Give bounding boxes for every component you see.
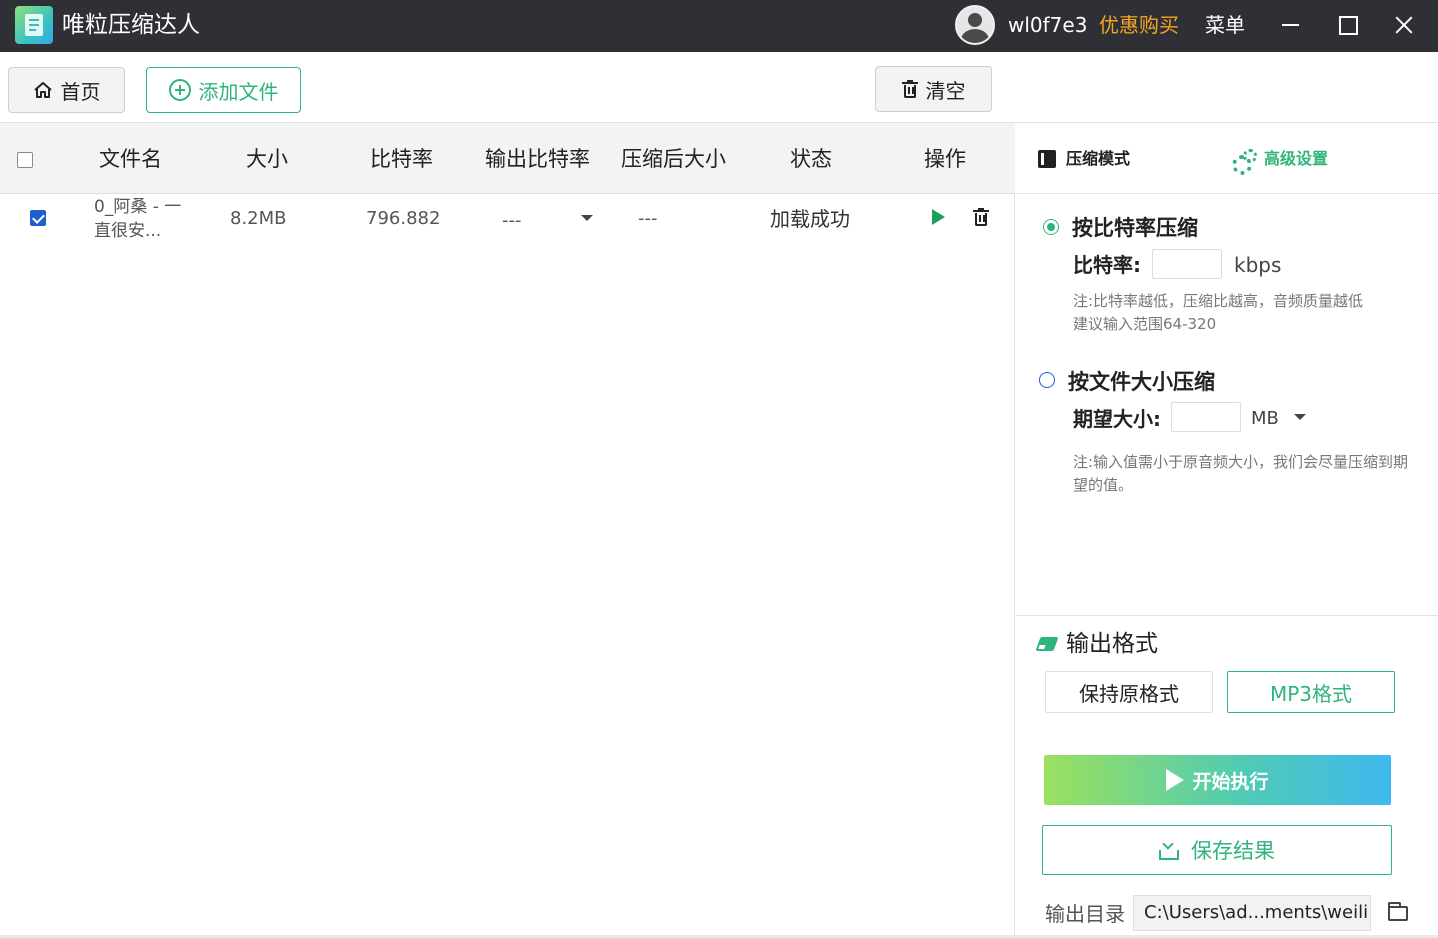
bitrate-field-label: 比特率: [1073, 253, 1141, 277]
column-header-bitrate: 比特率 [370, 147, 433, 171]
clear-button[interactable]: 清空 [875, 66, 992, 112]
output-dir-label: 输出目录 [1045, 902, 1125, 926]
trash-icon [901, 80, 918, 98]
bitrate-unit: kbps [1234, 253, 1282, 277]
download-icon [1159, 840, 1179, 860]
panel-tabs: 压缩模式 高级设置 [1016, 123, 1438, 194]
file-table: 文件名 大小 比特率 输出比特率 压缩后大小 状态 操作 0_阿桑 - 一 直很… [0, 123, 1015, 938]
output-format-title: 输出格式 [1035, 629, 1158, 659]
size-unit-dropdown-icon[interactable] [1294, 414, 1306, 420]
table-header: 文件名 大小 比特率 输出比特率 压缩后大小 状态 操作 [0, 123, 1015, 194]
row-compressed-size: --- [638, 208, 658, 229]
row-status: 加载成功 [770, 207, 850, 231]
maximize-icon[interactable] [1332, 10, 1362, 40]
size-note: 注:输入值需小于原音频大小，我们会尽量压缩到期望的值。 [1073, 453, 1409, 494]
bitrate-note-line1: 注:比特率越低，压缩比越高，音频质量越低 [1073, 292, 1364, 310]
tab-advanced-label: 高级设置 [1264, 149, 1329, 168]
save-result-label: 保存结果 [1191, 839, 1275, 863]
target-size-unit[interactable]: MB [1251, 405, 1279, 433]
user-avatar-icon[interactable] [955, 5, 995, 45]
toolbar: 首页 添加文件 清空 [0, 52, 1438, 123]
bitrate-input[interactable] [1152, 249, 1222, 279]
tab-compress-mode[interactable]: 压缩模式 [1038, 147, 1130, 171]
start-label: 开始执行 [1192, 770, 1269, 793]
minimize-icon[interactable] [1276, 10, 1306, 40]
row-bitrate: 796.882 [366, 208, 441, 229]
option-bitrate-title: 按比特率压缩 [1072, 216, 1198, 240]
row-output-bitrate[interactable]: --- [502, 209, 522, 233]
book-icon [1038, 150, 1056, 168]
row-delete-icon[interactable] [973, 208, 989, 226]
column-header-size: 大小 [246, 147, 288, 171]
clear-label: 清空 [925, 78, 966, 103]
home-button-label: 首页 [60, 79, 101, 104]
save-result-button[interactable]: 保存结果 [1042, 825, 1392, 875]
option-size-title: 按文件大小压缩 [1068, 370, 1215, 394]
promo-purchase-link[interactable]: 优惠购买 [1099, 11, 1179, 39]
row-size: 8.2MB [230, 208, 287, 229]
gear-icon [1232, 149, 1257, 175]
eraser-icon [1035, 637, 1059, 651]
app-logo-icon [15, 6, 53, 44]
column-header-filename: 文件名 [99, 147, 162, 171]
add-file-button[interactable]: 添加文件 [146, 67, 301, 113]
row-filename-line2: 直很安... [94, 221, 162, 241]
add-file-label: 添加文件 [198, 79, 279, 104]
output-format-label: 输出格式 [1066, 631, 1158, 657]
close-icon[interactable] [1389, 10, 1419, 40]
radio-compress-by-size[interactable] [1039, 372, 1055, 388]
title-bar: 唯粒压缩达人 wl0f7e3 优惠购买 菜单 [0, 0, 1438, 52]
radio-compress-by-bitrate[interactable] [1043, 219, 1059, 235]
mp3-format-button[interactable]: MP3格式 [1227, 671, 1395, 713]
column-header-compressed-size: 压缩后大小 [621, 147, 726, 171]
row-filename-line1: 0_阿桑 - 一 [94, 197, 182, 217]
tab-compress-mode-label: 压缩模式 [1066, 149, 1131, 168]
home-icon [33, 82, 52, 98]
target-size-field-label: 期望大小: [1073, 407, 1161, 431]
target-size-input[interactable] [1171, 402, 1241, 432]
tab-advanced-settings[interactable]: 高级设置 [1232, 147, 1329, 175]
row-checkbox[interactable] [30, 210, 46, 226]
play-icon [1166, 769, 1185, 791]
column-header-output-bitrate: 输出比特率 [485, 147, 590, 171]
output-bitrate-dropdown-icon[interactable] [581, 215, 593, 221]
select-all-checkbox[interactable] [17, 152, 33, 168]
start-button[interactable]: 开始执行 [1044, 755, 1391, 805]
folder-icon[interactable] [1388, 902, 1408, 921]
menu-button[interactable]: 菜单 [1205, 11, 1245, 39]
column-header-actions: 操作 [924, 147, 966, 171]
username[interactable]: wl0f7e3 [1008, 11, 1087, 39]
column-header-status: 状态 [790, 147, 832, 171]
home-button[interactable]: 首页 [8, 67, 125, 113]
panel-divider [1016, 615, 1438, 616]
app-title: 唯粒压缩达人 [62, 12, 200, 38]
keep-format-button[interactable]: 保持原格式 [1045, 671, 1213, 713]
plus-circle-icon [168, 79, 191, 101]
settings-panel: 压缩模式 高级设置 按比特率压缩 比特率: kbps 注:比特率越低，压缩比越高… [1016, 123, 1438, 938]
output-dir-path[interactable]: C:\Users\ad...ments\weili [1133, 895, 1371, 931]
bitrate-note-line2: 建议输入范围64-320 [1073, 315, 1217, 333]
play-icon[interactable] [932, 209, 945, 225]
